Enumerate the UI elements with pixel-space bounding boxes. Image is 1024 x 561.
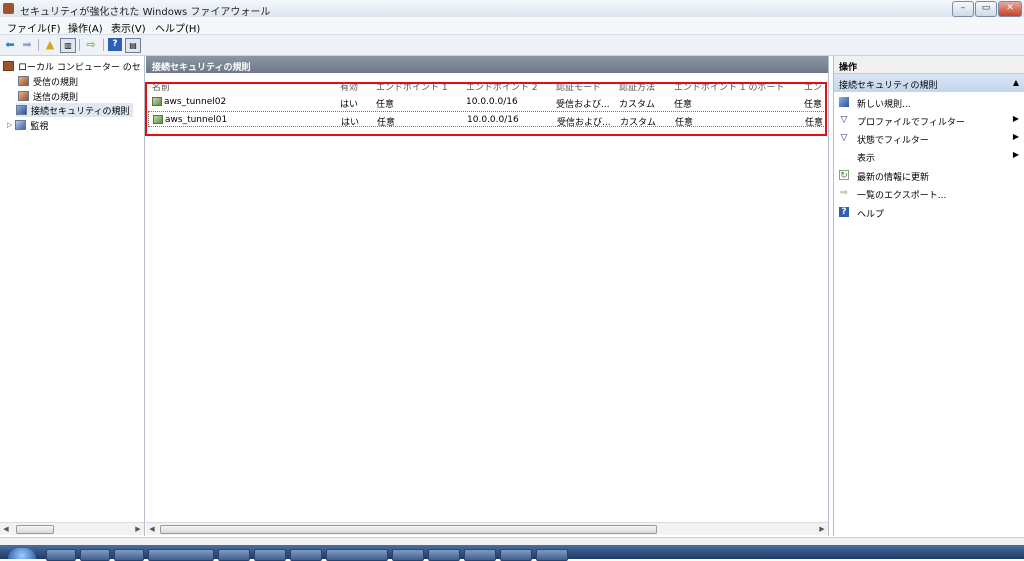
action-pane-icon[interactable]: ▤	[125, 38, 141, 53]
tree-item-label: 監視	[30, 121, 49, 132]
actions-section-header[interactable]: 接続セキュリティの規則 ▲	[834, 74, 1024, 92]
submenu-arrow-icon: ▶	[1012, 132, 1019, 141]
window-title: セキュリティが強化された Windows ファイアウォール	[20, 7, 271, 18]
restore-button[interactable]: ▭	[975, 1, 997, 17]
action-label: ヘルプ	[857, 210, 885, 220]
start-orb-icon[interactable]	[8, 548, 36, 559]
tree-item-label: 接続セキュリティの規則	[31, 106, 130, 117]
action-label: プロファイルでフィルター	[857, 118, 965, 128]
taskbar-button[interactable]	[46, 549, 76, 561]
close-button[interactable]: ✕	[998, 1, 1022, 17]
outbound-rules-icon	[18, 91, 29, 101]
refresh-icon: ↻	[839, 170, 849, 181]
toolbar-separator	[38, 39, 39, 51]
toolbar: ⬅ ➡ ▲ ▥ ⇨ ? ▤	[0, 35, 1024, 56]
new-rule-icon	[839, 97, 849, 107]
taskbar-button[interactable]	[148, 549, 214, 561]
action-label: 一覧のエクスポート...	[857, 191, 947, 201]
scrollbar-thumb[interactable]	[160, 525, 657, 534]
taskbar-button[interactable]	[218, 549, 250, 561]
action-new-rule[interactable]: 新しい規則...	[839, 94, 1023, 110]
actions-pane: 操作 接続セキュリティの規則 ▲ 新しい規則... ▽ プロファイルでフィルター…	[833, 56, 1024, 536]
section-title: 接続セキュリティの規則	[152, 63, 251, 73]
navigation-tree: ローカル コンピューター のセ 受信の規則 送信の規則 接続セキュリティの規則 …	[0, 56, 145, 536]
minimize-button[interactable]: –	[952, 1, 974, 17]
collapse-up-icon[interactable]: ▲	[1013, 78, 1019, 87]
firewall-app-icon	[3, 3, 14, 14]
show-hide-tree-icon[interactable]: ▥	[60, 38, 76, 53]
export-icon[interactable]: ⇨	[84, 38, 98, 51]
list-horizontal-scrollbar[interactable]: ◀ ▶	[146, 522, 828, 535]
taskbar-button[interactable]	[290, 549, 322, 561]
taskbar-button[interactable]	[500, 549, 532, 561]
up-folder-icon[interactable]: ▲	[43, 38, 57, 51]
monitor-icon	[15, 120, 27, 130]
back-arrow-icon[interactable]: ⬅	[3, 38, 17, 51]
title-bar: セキュリティが強化された Windows ファイアウォール – ▭ ✕	[0, 0, 1024, 18]
action-label: 表示	[857, 154, 876, 164]
tree-root-label: ローカル コンピューター のセ	[18, 62, 141, 73]
highlight-box	[145, 82, 827, 136]
section-header: 接続セキュリティの規則	[146, 56, 828, 73]
forward-arrow-icon[interactable]: ➡	[20, 38, 34, 51]
help-icon: ?	[839, 207, 849, 217]
export-icon: ⇨	[840, 188, 848, 198]
inbound-rules-icon	[18, 76, 29, 86]
submenu-arrow-icon: ▶	[1012, 150, 1019, 159]
menu-action[interactable]: 操作(A)	[68, 20, 103, 35]
tree-item-connection-security[interactable]: 接続セキュリティの規則	[16, 103, 134, 117]
scroll-right-icon[interactable]: ▶	[133, 523, 143, 535]
tree-item-label: 受信の規則	[33, 77, 79, 88]
taskbar-button[interactable]	[326, 549, 388, 561]
scroll-left-icon[interactable]: ◀	[1, 523, 11, 535]
toolbar-separator	[103, 39, 104, 51]
help-icon[interactable]: ?	[108, 38, 122, 51]
filter-icon: ▽	[840, 133, 848, 143]
tree-horizontal-scrollbar[interactable]: ◀ ▶	[0, 522, 144, 535]
filter-icon: ▽	[840, 115, 848, 125]
menu-view[interactable]: 表示(V)	[111, 20, 146, 35]
action-help[interactable]: ? ヘルプ	[839, 204, 1023, 220]
scroll-left-icon[interactable]: ◀	[147, 523, 157, 535]
taskbar-button[interactable]	[254, 549, 286, 561]
submenu-arrow-icon: ▶	[1012, 114, 1019, 123]
action-filter-profile[interactable]: ▽ プロファイルでフィルター ▶	[839, 112, 1023, 128]
tree-item-monitor[interactable]: ▷ 監視	[7, 118, 48, 132]
toolbar-separator	[79, 39, 80, 51]
taskbar-button[interactable]	[392, 549, 424, 561]
actions-title: 操作	[839, 63, 858, 73]
tree-item-outbound[interactable]: 送信の規則	[18, 89, 78, 103]
menu-help[interactable]: ヘルプ(H)	[155, 20, 200, 35]
scrollbar-thumb[interactable]	[16, 525, 54, 534]
menu-bar: ファイル(F) 操作(A) 表示(V) ヘルプ(H)	[0, 17, 1024, 35]
taskbar-button[interactable]	[464, 549, 496, 561]
taskbar-button[interactable]	[428, 549, 460, 561]
action-view[interactable]: 表示 ▶	[839, 148, 1023, 164]
taskbar-button[interactable]	[114, 549, 144, 561]
action-refresh[interactable]: ↻ 最新の情報に更新	[839, 167, 1023, 183]
action-label: 最新の情報に更新	[857, 173, 930, 183]
taskbar	[0, 545, 1024, 561]
taskbar-button[interactable]	[536, 549, 568, 561]
tree-item-label: 送信の規則	[33, 92, 79, 103]
firewall-icon	[3, 61, 14, 71]
menu-file[interactable]: ファイル(F)	[7, 20, 61, 35]
scroll-right-icon[interactable]: ▶	[817, 523, 827, 535]
taskbar-button[interactable]	[80, 549, 110, 561]
action-export-list[interactable]: ⇨ 一覧のエクスポート...	[839, 185, 1023, 201]
tree-root[interactable]: ローカル コンピューター のセ	[3, 59, 141, 73]
actions-header: 操作	[834, 56, 1024, 74]
actions-section-title: 接続セキュリティの規則	[839, 81, 938, 91]
action-label: 状態でフィルター	[857, 136, 929, 146]
expand-icon[interactable]: ▷	[7, 121, 12, 129]
tree-item-inbound[interactable]: 受信の規則	[18, 74, 78, 88]
action-filter-state[interactable]: ▽ 状態でフィルター ▶	[839, 130, 1023, 146]
action-label: 新しい規則...	[857, 100, 911, 110]
connection-security-icon	[16, 105, 27, 115]
